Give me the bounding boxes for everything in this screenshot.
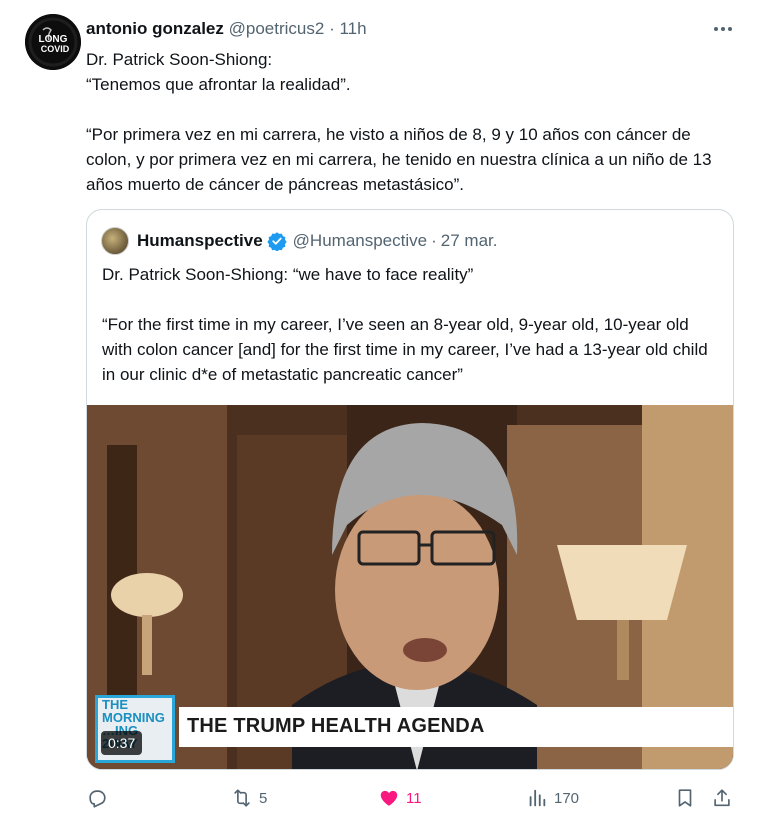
like-count: 11: [406, 789, 422, 807]
heart-icon: [380, 790, 398, 806]
quoted-avatar: [101, 227, 129, 255]
retweet-count: 5: [259, 789, 268, 807]
share-button[interactable]: [711, 786, 733, 810]
views-button[interactable]: 170: [526, 786, 579, 810]
views-count: 170: [554, 789, 580, 807]
reply-button[interactable]: [86, 786, 114, 810]
retweet-icon: [234, 789, 250, 807]
video-player[interactable]: THE MORNING …ING 2WAY THE TRUMP HEALTH A…: [87, 405, 733, 769]
avatar-text-bottom: COVID: [41, 44, 70, 54]
bookmark-icon: [678, 789, 692, 807]
tweet-text: Dr. Patrick Soon-Shiong: “Tenemos que af…: [86, 50, 712, 194]
quoted-text: Dr. Patrick Soon-Shiong: “we have to fac…: [102, 265, 708, 384]
verified-badge-icon: [267, 232, 287, 251]
retweet-button[interactable]: 5: [231, 786, 267, 810]
author-avatar[interactable]: LONG COVID: [25, 14, 81, 70]
author-name[interactable]: antonio gonzalez: [86, 19, 224, 38]
more-options-icon[interactable]: [708, 18, 738, 40]
chyron-text: THE TRUMP HEALTH AGENDA: [187, 715, 485, 737]
views-icon: [529, 789, 546, 807]
quoted-time: 27 mar.: [440, 231, 498, 250]
reply-icon: [89, 790, 106, 808]
quoted-separator-dot: ·: [431, 231, 437, 250]
chyron-bar: THE TRUMP HEALTH AGENDA: [179, 707, 733, 747]
tweet-time[interactable]: 11h: [339, 19, 366, 38]
quoted-tweet[interactable]: Humanspective @Humanspective · 27 mar. D…: [86, 209, 734, 770]
tweet: LONG COVID antonio gonzalez @poetricus2 …: [0, 0, 760, 828]
author-handle[interactable]: @poetricus2: [229, 19, 325, 38]
like-button[interactable]: 11: [378, 786, 422, 810]
quoted-header: Humanspective @Humanspective · 27 mar.: [101, 227, 497, 255]
quoted-author-name: Humanspective: [137, 231, 263, 250]
quoted-author-handle: @Humanspective: [292, 231, 428, 250]
video-lower-third: THE MORNING …ING 2WAY THE TRUMP HEALTH A…: [95, 695, 733, 763]
separator-dot: ·: [329, 19, 335, 38]
action-bar: 5 11 170: [86, 786, 736, 810]
share-icon: [714, 789, 730, 807]
bookmark-button[interactable]: [674, 786, 696, 810]
tweet-header: antonio gonzalez @poetricus2 · 11h: [86, 17, 367, 41]
video-duration-badge: 0:37: [101, 731, 143, 755]
